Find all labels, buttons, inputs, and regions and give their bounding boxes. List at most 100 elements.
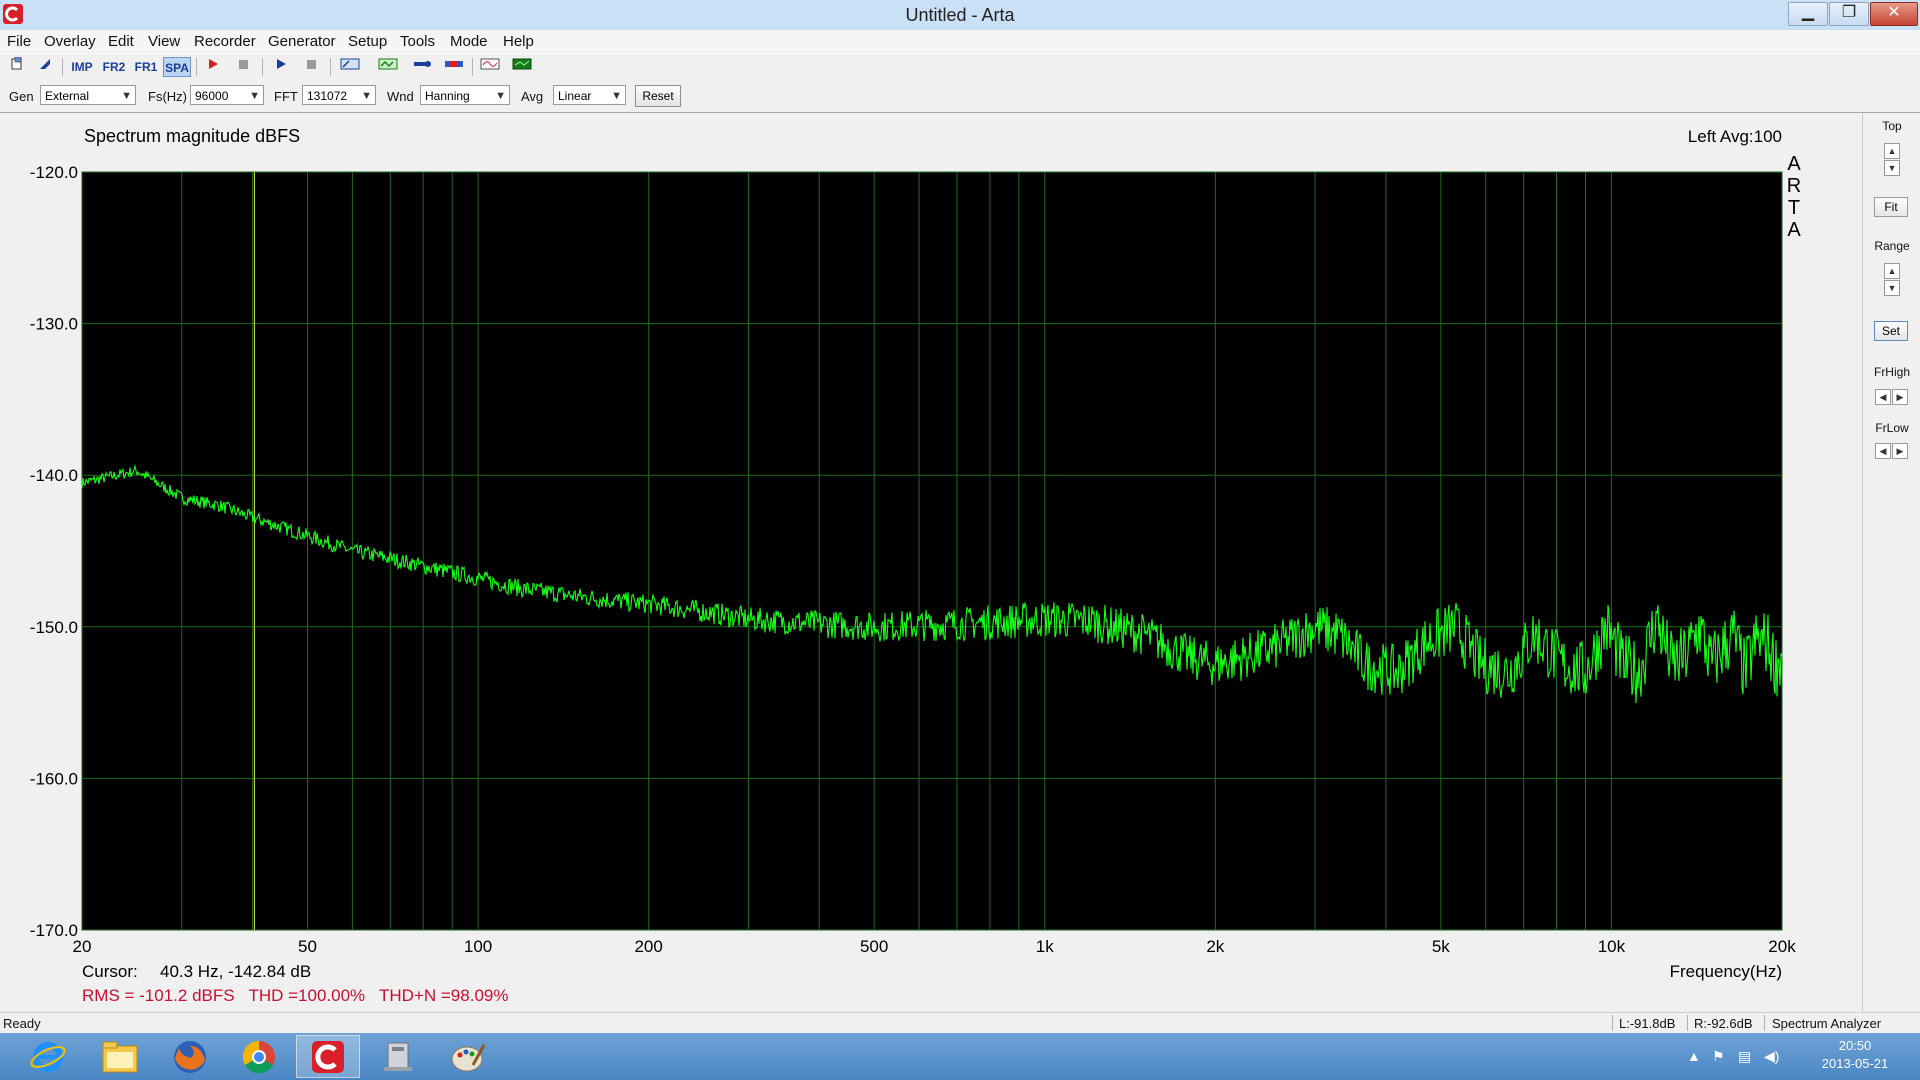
menu-recorder[interactable]: Recorder [194,33,256,50]
impulse-mode-button[interactable]: IMP [68,57,96,77]
y-tick-label: -170.0 [30,921,78,940]
wnd-select[interactable]: Hanning ▼ [420,85,510,105]
scale-control-panel: Top ▲ ▼ Fit Range ▲ ▼ Set FrHigh ◀ ▶ FrL… [1864,113,1920,1012]
chevron-down-icon: ▼ [361,90,372,102]
chrome-icon[interactable] [227,1035,291,1078]
restore-button[interactable]: ❐ [1829,2,1869,26]
clock-date: 2013-05-21 [1821,1056,1889,1071]
frhigh-left-spinner[interactable]: ◀ [1875,389,1891,405]
close-button[interactable]: ✕ [1870,2,1918,26]
gen-select[interactable]: External ▼ [40,85,136,105]
x-tick-label: 100 [464,937,492,956]
frhigh-right-spinner[interactable]: ▶ [1892,389,1908,405]
plot-title: Spectrum magnitude dBFS [84,126,300,146]
fft-value: 131072 [307,89,348,103]
avg-label: Avg [521,89,544,104]
fs-select[interactable]: 96000 ▼ [190,85,264,105]
avg-value: Linear [558,89,592,103]
x-tick-label: 2k [1206,937,1224,956]
record-icon[interactable] [202,57,224,77]
arta-watermark-r: R [1787,175,1801,197]
stop-playback-icon[interactable] [300,57,322,77]
spectrum-view-icon[interactable] [510,57,534,77]
output-level-icon[interactable] [442,57,466,77]
menu-tools[interactable]: Tools [400,33,435,50]
x-tick-label: 200 [634,937,662,956]
minimize-button[interactable]: ▁ [1788,2,1828,26]
arta-watermark-t: T [1788,197,1800,219]
plot-background [81,171,1783,931]
action-center-flag-icon[interactable]: ⚑ [1712,1048,1725,1065]
windows-taskbar: ▲ ⚑ ▤ ◀) 20:50 2013-05-21 [0,1033,1920,1080]
menu-setup[interactable]: Setup [348,33,387,50]
x-axis-label: Frequency(Hz) [1670,962,1782,981]
mode-readout: Spectrum Analyzer [1772,1016,1882,1031]
menu-view[interactable]: View [148,33,180,50]
paint-icon[interactable] [436,1035,500,1078]
chevron-down-icon: ▼ [495,90,506,102]
open-icon[interactable] [34,57,56,77]
arta-taskbar-icon[interactable] [296,1035,360,1078]
range-up-spinner[interactable]: ▲ [1884,263,1900,279]
input-level-icon[interactable] [410,57,434,77]
frlow-label: FrLow [1875,421,1909,435]
volume-icon[interactable]: ◀) [1764,1048,1779,1065]
abc-calibrate-icon[interactable] [338,57,362,77]
new-icon[interactable] [6,56,28,77]
spectrum-chart[interactable]: -120.0 -130.0 -140.0 -150.0 -160.0 -170.020 50… [0,113,1862,1012]
menu-file[interactable]: File [7,33,31,50]
status-ready: Ready [3,1016,41,1031]
menu-edit[interactable]: Edit [108,33,134,50]
top-down-spinner[interactable]: ▼ [1884,160,1900,176]
reset-button[interactable]: Reset [635,85,681,107]
stop-icon[interactable] [232,57,254,77]
firefox-icon[interactable] [158,1035,222,1078]
menu-overlay[interactable]: Overlay [44,33,96,50]
menu-mode[interactable]: Mode [450,33,488,50]
status-divider [1764,1015,1765,1031]
system-clock[interactable]: 20:50 2013-05-21 [1800,1037,1910,1073]
right-level-readout: R:-92.6dB [1694,1016,1753,1031]
rms-thd-measurements: RMS = -101.2 dBFS THD =100.00% THD+N =98… [82,986,508,1005]
y-tick-label: -140.0 [30,466,78,485]
y-tick-label: -160.0 [30,769,78,788]
window-title: Untitled - Arta [905,5,1015,25]
frhigh-label: FrHigh [1873,365,1910,379]
y-tick-label: -120.0 [30,163,78,182]
spa-mode-button[interactable]: SPA [163,57,191,77]
play-icon[interactable] [270,57,292,77]
wnd-value: Hanning [425,89,470,103]
device-manager-icon[interactable] [366,1035,430,1078]
cursor-readout: 40.3 Hz, -142.84 dB [160,962,311,981]
menu-generator[interactable]: Generator [268,33,336,50]
x-tick-label: 500 [860,937,888,956]
set-button[interactable]: Set [1874,321,1908,341]
frlow-right-spinner[interactable]: ▶ [1892,443,1908,459]
show-hidden-icons-icon[interactable]: ▲ [1687,1048,1701,1064]
oscilloscope-icon[interactable] [478,57,502,77]
internet-explorer-icon[interactable] [16,1035,80,1078]
toolbar-separator [196,58,197,76]
x-tick-label: 1k [1036,937,1054,956]
top-up-spinner[interactable]: ▲ [1884,143,1900,159]
fr1-mode-button[interactable]: FR1 [132,57,160,77]
file-explorer-icon[interactable] [88,1035,152,1078]
y-tick-label: -150.0 [30,618,78,637]
fft-select[interactable]: 131072 ▼ [302,85,376,105]
avg-select[interactable]: Linear ▼ [553,85,626,105]
gen-label: Gen [9,89,34,104]
range-down-spinner[interactable]: ▼ [1884,280,1900,296]
frlow-left-spinner[interactable]: ◀ [1875,443,1891,459]
clock-time: 20:50 [1838,1038,1872,1053]
fr2-mode-button[interactable]: FR2 [100,57,128,77]
menu-help[interactable]: Help [503,33,534,50]
chevron-down-icon: ▼ [611,90,622,102]
fft-label: FFT [274,89,298,104]
network-icon[interactable]: ▤ [1738,1048,1751,1065]
fit-button[interactable]: Fit [1874,197,1908,217]
x-tick-label: 10k [1598,937,1626,956]
generator-signal-icon[interactable] [376,57,400,77]
chevron-down-icon: ▼ [121,90,132,102]
status-divider [1612,1015,1613,1031]
x-tick-label: 20k [1768,937,1796,956]
